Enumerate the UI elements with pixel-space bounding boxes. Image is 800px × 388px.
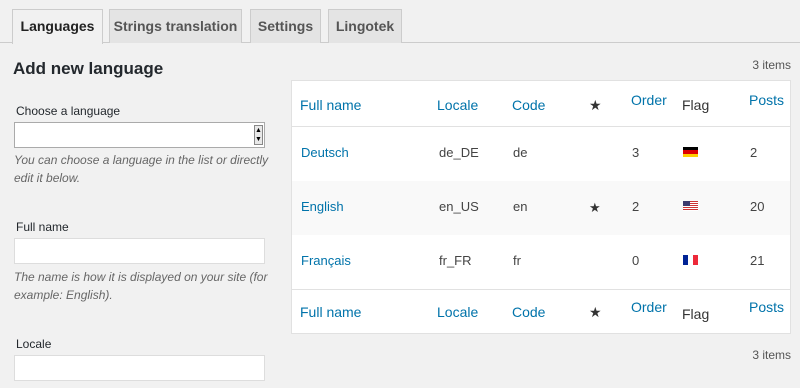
us-flag-icon <box>683 201 698 211</box>
locale-label: Locale <box>16 337 52 351</box>
locale-input[interactable] <box>14 355 265 381</box>
table-footer: Full name Locale Code ★ Order Flag Posts <box>292 289 790 335</box>
full-name-help: The name is how it is displayed on your … <box>14 270 268 302</box>
full-name-input[interactable] <box>14 238 265 264</box>
col-code[interactable]: Code <box>512 97 545 113</box>
col-code[interactable]: Code <box>512 304 545 320</box>
default-language-star-icon: ★ <box>589 304 602 320</box>
col-locale[interactable]: Locale <box>437 97 478 113</box>
default-language-star-icon: ★ <box>589 97 602 113</box>
language-code: de <box>513 145 528 160</box>
table-row: Deutsch de_DE de 3 2 <box>292 127 790 181</box>
language-order: 3 <box>632 145 640 160</box>
tab-strings-translation[interactable]: Strings translation <box>109 9 242 43</box>
language-locale: de_DE <box>439 145 479 160</box>
table-row: English en_US en ★ 2 20 <box>292 181 790 235</box>
nav-tabs: Languages Strings translation Settings L… <box>0 0 800 44</box>
table-row: Français fr_FR fr 0 21 <box>292 235 790 289</box>
languages-table: Full name Locale Code ★ Order Flag Posts… <box>291 80 791 334</box>
language-order: 0 <box>632 253 640 268</box>
col-full-name[interactable]: Full name <box>300 304 361 320</box>
language-select[interactable]: ▲ ▼ <box>14 122 265 148</box>
col-full-name[interactable]: Full name <box>300 97 361 113</box>
language-name[interactable]: Deutsch <box>301 145 349 160</box>
language-posts[interactable]: 2 <box>750 145 757 160</box>
language-name[interactable]: English <box>301 199 344 214</box>
language-posts[interactable]: 21 <box>750 253 764 268</box>
language-locale: en_US <box>439 199 479 214</box>
language-order: 2 <box>632 199 640 214</box>
col-order[interactable]: Order <box>631 299 667 315</box>
language-posts[interactable]: 20 <box>750 199 764 214</box>
items-count-bottom: 3 items <box>752 348 791 362</box>
language-name[interactable]: Français <box>301 253 351 268</box>
col-locale[interactable]: Locale <box>437 304 478 320</box>
choose-language-help: You can choose a language in the list or… <box>14 153 269 185</box>
col-flag: Flag <box>682 306 710 322</box>
fr-flag-icon <box>683 255 698 265</box>
tab-languages[interactable]: Languages <box>12 9 103 44</box>
select-arrows-icon[interactable]: ▲ ▼ <box>254 125 263 145</box>
table-header: Full name Locale Code ★ Order Flag Posts <box>292 81 790 127</box>
language-locale: fr_FR <box>439 253 472 268</box>
tab-settings[interactable]: Settings <box>250 9 321 43</box>
col-posts[interactable]: Posts <box>749 92 784 108</box>
language-code: en <box>513 199 528 214</box>
add-language-title: Add new language <box>13 59 164 78</box>
items-count-top: 3 items <box>752 58 791 72</box>
col-posts[interactable]: Posts <box>749 299 784 315</box>
default-star-icon: ★ <box>589 200 601 215</box>
col-flag: Flag <box>682 97 710 113</box>
choose-language-label: Choose a language <box>16 104 121 118</box>
de-flag-icon <box>683 147 698 157</box>
col-order[interactable]: Order <box>631 92 667 108</box>
tab-lingotek[interactable]: Lingotek <box>328 9 402 43</box>
language-code: fr <box>513 253 521 268</box>
full-name-label: Full name <box>16 220 69 234</box>
